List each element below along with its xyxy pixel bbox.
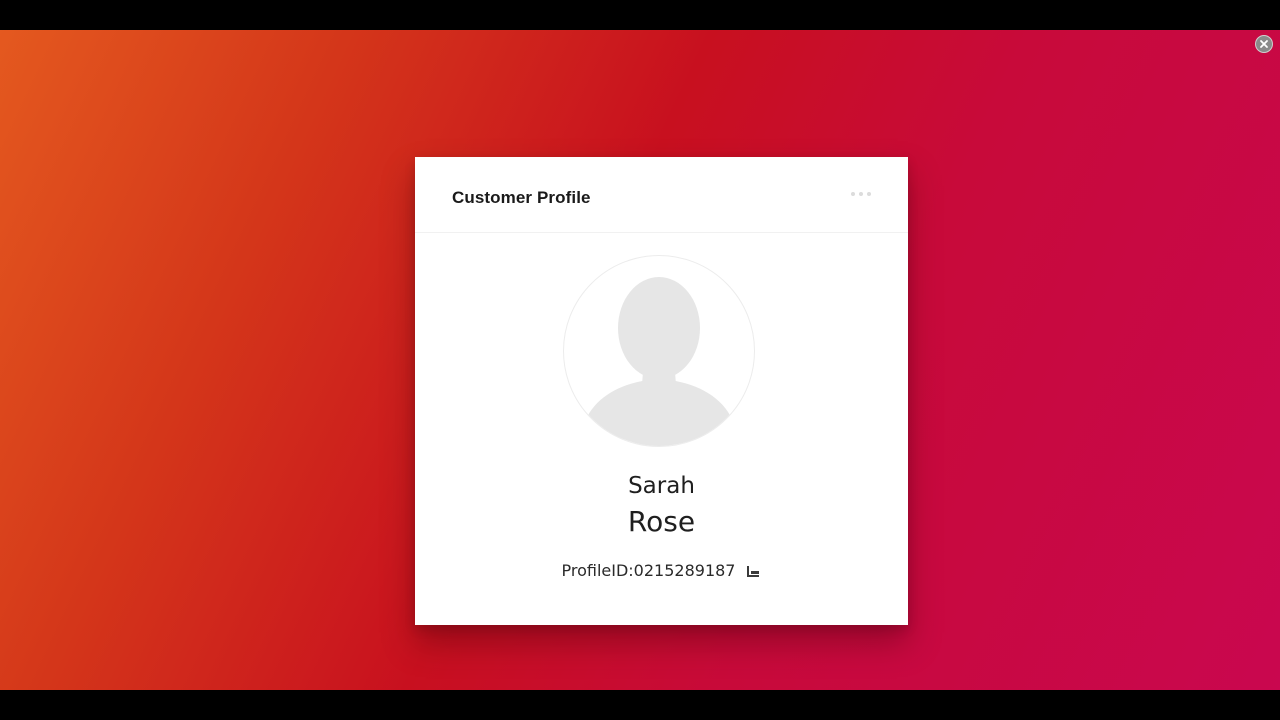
avatar [563,255,755,447]
first-name: Sarah [628,473,695,499]
card-title: Customer Profile [452,188,591,207]
profile-id-row: ProfileID:0215289187 [415,561,908,580]
copy-icon [747,565,760,577]
more-dot [851,192,855,196]
last-name: Rose [627,505,696,538]
card-header: Customer Profile [415,157,908,233]
more-dot [867,192,871,196]
customer-profile-card: Customer Profile Sarah Rose ProfileID:02… [415,157,908,625]
more-options-button[interactable] [845,187,877,201]
profile-id: ProfileID:0215289187 [561,561,736,580]
copy-button[interactable] [745,563,761,579]
letterbox-top [0,0,1280,30]
close-button[interactable] [1255,35,1273,53]
close-icon [1260,40,1268,48]
person-silhouette-icon [584,277,734,446]
more-dot [859,192,863,196]
letterbox-bottom [0,690,1280,720]
